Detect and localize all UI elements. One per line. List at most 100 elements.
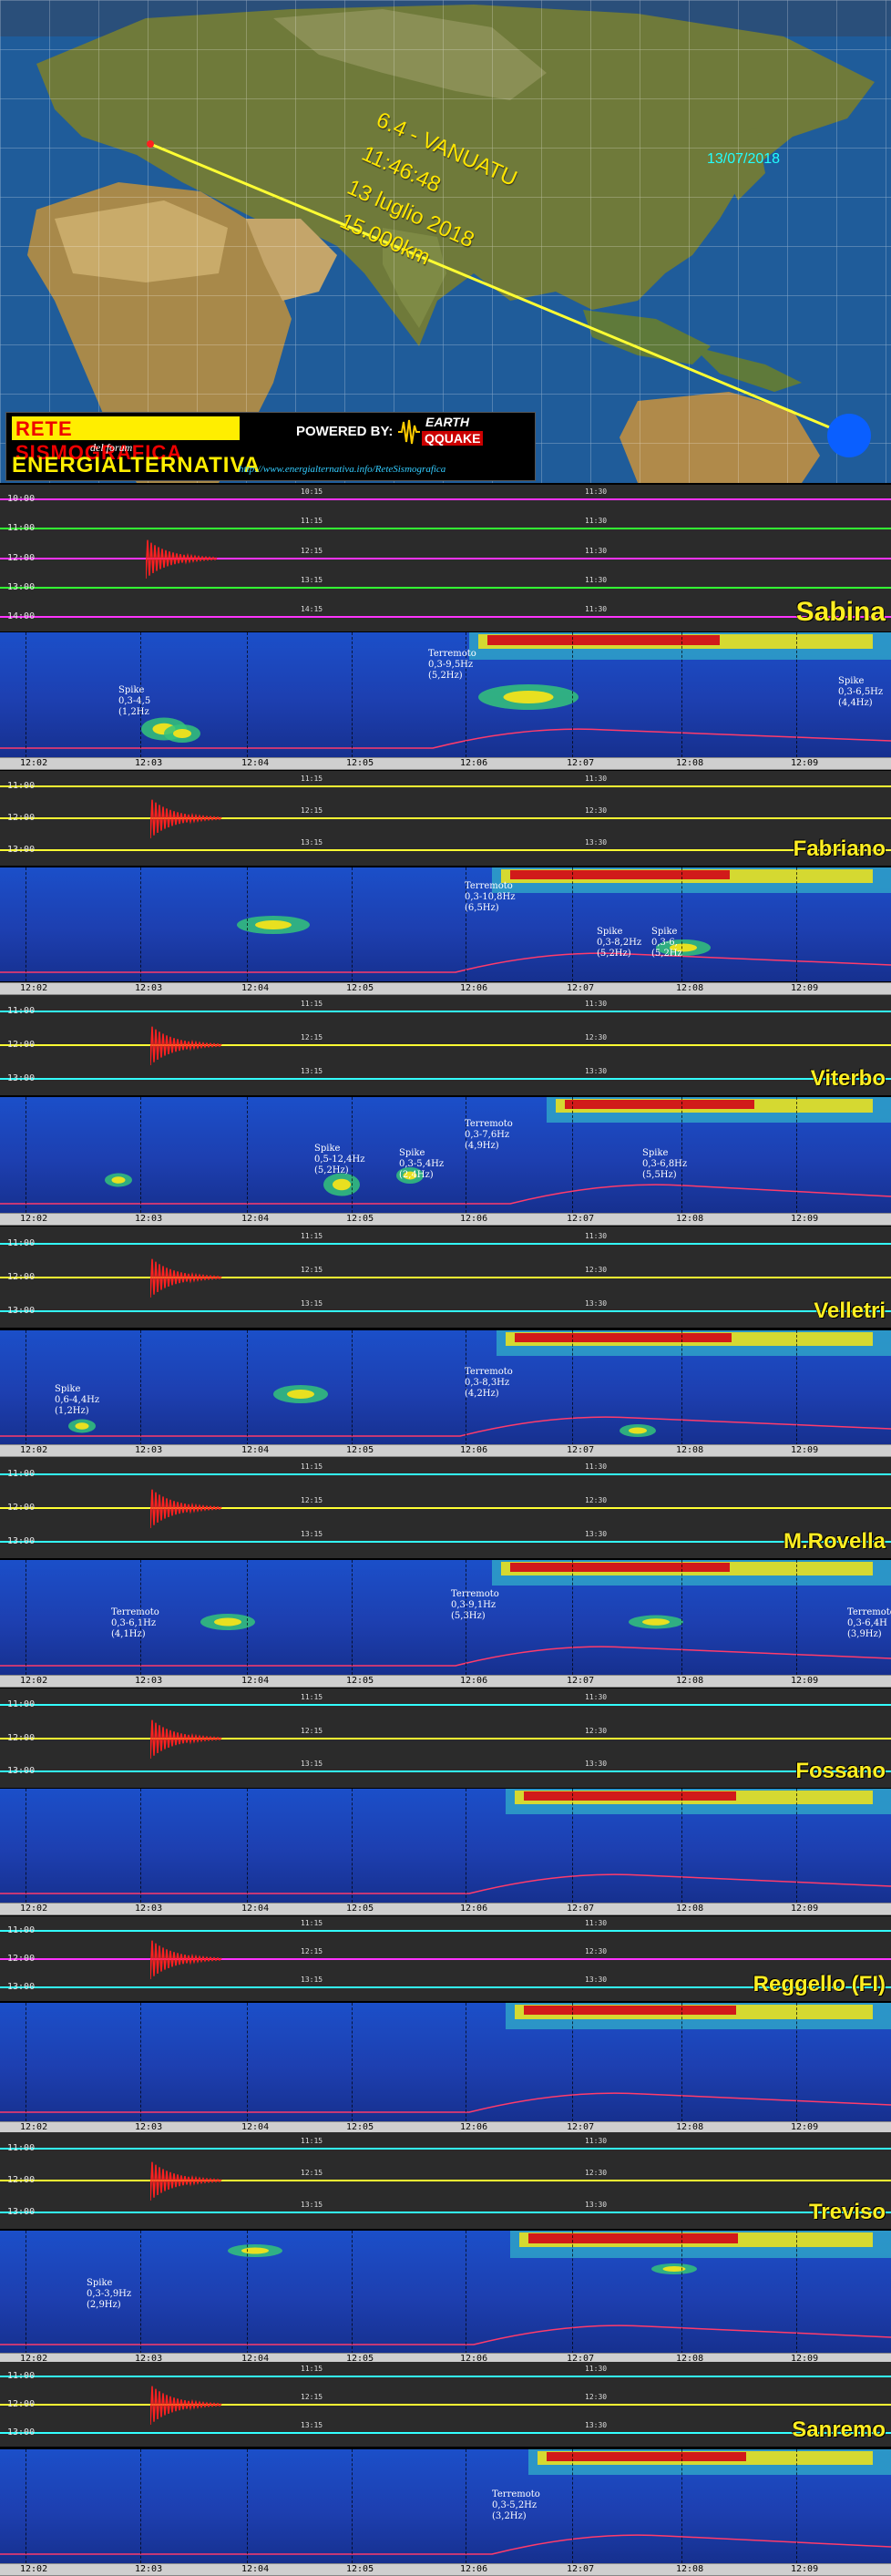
spectrogram-panel: Terremoto 0,3-10,8Hz (6,5Hz) Spike 0,3-8,2Hz… (0, 867, 891, 981)
annotation-line: Terremoto (465, 1119, 513, 1129)
hour-label: 13:00 (7, 1306, 36, 1316)
time-gridline (26, 632, 27, 757)
time-tick-label: 12:09 (791, 2122, 819, 2132)
seismic-trace (0, 847, 891, 853)
annotation-line: (6,5Hz) (465, 903, 499, 913)
seismic-trace (0, 2178, 891, 2183)
annotation-line: (5,3Hz) (451, 1611, 486, 1621)
time-tick-label: 12:07 (567, 2122, 595, 2132)
time-gridline (681, 867, 683, 981)
time-tick-label: 12:07 (567, 983, 595, 993)
annotation-line: (2,4Hz) (399, 1170, 434, 1180)
seismic-burst (146, 539, 218, 580)
spectrogram-panel: Spike 0,5-12,4Hz (5,2Hz) Spike 0,3-5,4Hz (2,4… (0, 1097, 891, 1213)
time-gridline (572, 2449, 574, 2563)
annotation-line: (4,4Hz) (838, 698, 873, 708)
time-tick-label: 12:03 (135, 1904, 163, 1914)
annotation-line: 0,3-9,1Hz (451, 1600, 497, 1610)
time-tick-label: 12:09 (791, 1904, 819, 1914)
spectrogram-panel: Spike 0,3-3,9Hz (2,9Hz) (0, 2231, 891, 2354)
minute-label: 13:15 (301, 1760, 323, 1768)
time-gridline (681, 2003, 683, 2121)
hour-label: 12:00 (7, 2175, 36, 2185)
seismic-trace (0, 1928, 891, 1934)
time-gridline (26, 1789, 27, 1903)
time-axis: 12:02 12:03 12:04 12:05 12:06 12:07 12:08 12:09 (0, 982, 891, 995)
time-tick-label: 12:05 (346, 2564, 374, 2574)
spectrogram-panel: Spike 0,6-4,4Hz (1,2Hz) Terremoto 0,3-8,3Hz(… (0, 1330, 891, 1445)
minute-label-right: 13:30 (585, 1976, 608, 1984)
spectrogram-annotation: Spike 0,3-6,5Hz (4,4Hz) (838, 676, 883, 709)
time-tick-label: 12:02 (20, 2564, 48, 2574)
time-gridline (26, 1097, 27, 1213)
station-marker-icon (147, 140, 154, 148)
time-gridline (681, 2231, 683, 2354)
seismic-trace (0, 526, 891, 531)
minute-label-right: 11:30 (585, 605, 608, 613)
seismic-trace (0, 2430, 891, 2436)
spectrogram-graphic (0, 2231, 891, 2345)
seismic-trace (0, 1702, 891, 1708)
seismogram-panel: 11:00 11:15 11:30 12:00 12:15 12:30 13:00 13:15… (0, 1226, 891, 1328)
time-tick-label: 12:09 (791, 2564, 819, 2574)
seismogram-panel: 11:00 11:15 11:30 12:00 12:15 12:30 13:00 13:15… (0, 1916, 891, 2001)
station-name: Sabina (795, 597, 886, 627)
minute-label: 13:15 (301, 1530, 323, 1538)
time-gridline (796, 2003, 798, 2121)
seismic-burst (150, 1489, 222, 1529)
minute-label: 11:15 (301, 1232, 323, 1240)
seismic-wave-icon (398, 418, 420, 446)
time-gridline (572, 867, 574, 981)
minute-label-right: 12:30 (585, 1947, 608, 1955)
hour-label: 11:00 (7, 1925, 36, 1935)
time-tick-label: 12:02 (20, 983, 48, 993)
seismic-burst (150, 799, 222, 839)
annotation-line: 0,3-6, (651, 938, 678, 948)
time-axis: 12:02 12:03 12:04 12:05 12:06 12:07 12:08 12:09 (0, 1903, 891, 1915)
time-gridline (796, 2231, 798, 2354)
hour-label: 11:00 (7, 781, 36, 791)
time-axis: 12:02 12:03 12:04 12:05 12:06 12:07 12:08 12:09 (0, 757, 891, 770)
time-gridline (796, 1330, 798, 1445)
minute-label: 11:15 (301, 2365, 323, 2373)
time-tick-label: 12:06 (460, 1445, 488, 1455)
annotation-line: (5,2Hz (651, 949, 682, 959)
time-gridline (247, 2231, 249, 2354)
time-tick-label: 12:04 (241, 1214, 270, 1224)
time-tick-label: 12:02 (20, 2122, 48, 2132)
time-gridline (352, 1560, 353, 1675)
time-tick-label: 12:05 (346, 1445, 374, 1455)
network-url-link[interactable]: http://www.energialternativa.info/ReteSi… (239, 464, 446, 475)
time-tick-label: 12:03 (135, 1214, 163, 1224)
time-tick-label: 12:06 (460, 1214, 488, 1224)
annotation-line: 0,3-7,6Hz (465, 1130, 510, 1140)
station-name: Fossano (795, 1759, 886, 1783)
time-gridline (140, 2231, 142, 2354)
seismic-trace (0, 2210, 891, 2215)
minute-label: 13:15 (301, 2421, 323, 2429)
spectrogram-panel (0, 2003, 891, 2121)
hour-label: 13:00 (7, 845, 36, 855)
time-tick-label: 12:09 (791, 983, 819, 993)
minute-label-right: 13:30 (585, 1067, 608, 1075)
spectrogram-panel: Terremoto 0,3-6,1Hz (4,1Hz) Terremoto 0,3-9,… (0, 1560, 891, 1675)
time-gridline (140, 1330, 142, 1445)
time-gridline (466, 2003, 467, 2121)
seismic-trace (0, 1275, 891, 1280)
seismic-burst (150, 2161, 222, 2201)
minute-label: 14:15 (301, 605, 323, 613)
time-gridline (247, 1097, 249, 1213)
annotation-line: Terremoto (465, 881, 513, 891)
time-tick-label: 12:07 (567, 1445, 595, 1455)
annotation-line: 0,3-5,4Hz (399, 1159, 445, 1169)
annotation-line: 0,3-8,3Hz (465, 1378, 510, 1388)
annotation-line: 0,5-12,4Hz (314, 1155, 365, 1165)
hour-label: 11:00 (7, 1699, 36, 1709)
hour-label: 11:00 (7, 1238, 36, 1248)
time-tick-label: 12:02 (20, 758, 48, 768)
annotation-line: 0,3-5,2Hz (492, 2500, 538, 2510)
time-tick-label: 12:09 (791, 1676, 819, 1686)
minute-label: 11:15 (301, 1462, 323, 1471)
seismic-burst (150, 1258, 222, 1298)
seismic-trace (0, 1956, 891, 1962)
